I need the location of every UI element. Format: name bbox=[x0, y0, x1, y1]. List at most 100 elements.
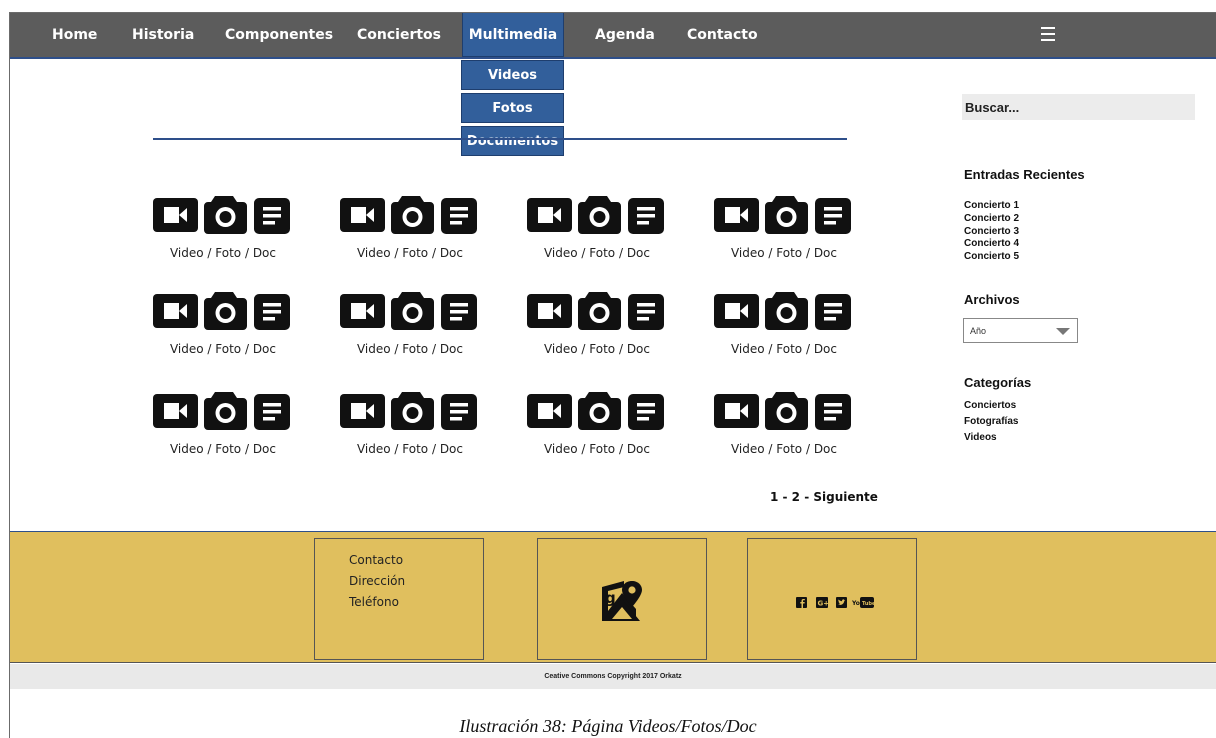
categories-title: Categorías bbox=[964, 375, 1032, 390]
gallery-item[interactable]: Video / Foto / Doc bbox=[153, 196, 293, 266]
video-camera-icon[interactable] bbox=[714, 294, 759, 328]
document-icon[interactable] bbox=[628, 294, 664, 330]
video-camera-icon[interactable] bbox=[714, 394, 759, 428]
document-icon[interactable] bbox=[815, 198, 851, 234]
gallery-item-label: Video / Foto / Doc bbox=[730, 246, 837, 260]
camera-icon[interactable] bbox=[391, 292, 434, 330]
gallery-item[interactable]: Video / Foto / Doc bbox=[153, 392, 293, 462]
recent-post-link[interactable]: Concierto 1 bbox=[964, 200, 1019, 213]
gallery-item-label: Video / Foto / Doc bbox=[543, 342, 650, 356]
pagination[interactable]: 1 - 2 - Siguiente bbox=[770, 490, 878, 504]
dropdown-item-videos[interactable]: Videos bbox=[461, 60, 564, 90]
video-camera-icon[interactable] bbox=[153, 394, 198, 428]
camera-icon[interactable] bbox=[391, 392, 434, 430]
media-icons-group bbox=[340, 196, 477, 234]
document-icon[interactable] bbox=[815, 294, 851, 330]
gallery-item[interactable]: Video / Foto / Doc bbox=[714, 292, 854, 362]
gallery-item-label: Video / Foto / Doc bbox=[543, 246, 650, 260]
archives-title: Archivos bbox=[964, 292, 1020, 307]
camera-icon[interactable] bbox=[204, 196, 247, 234]
document-icon[interactable] bbox=[628, 198, 664, 234]
video-camera-icon[interactable] bbox=[527, 294, 572, 328]
camera-icon[interactable] bbox=[204, 392, 247, 430]
youtube-icon[interactable]: You Tube bbox=[852, 597, 874, 608]
media-icons-group bbox=[527, 292, 664, 330]
google-plus-icon[interactable]: G+ bbox=[816, 597, 828, 608]
nav-item-multimedia[interactable]: Multimedia bbox=[462, 13, 564, 57]
document-icon[interactable] bbox=[441, 394, 477, 430]
camera-icon[interactable] bbox=[391, 196, 434, 234]
nav-item-conciertos[interactable]: Conciertos bbox=[357, 13, 441, 57]
document-icon[interactable] bbox=[254, 198, 290, 234]
recent-post-link[interactable]: Concierto 3 bbox=[964, 226, 1019, 239]
media-icons-group bbox=[714, 392, 851, 430]
search-input[interactable]: Buscar... bbox=[962, 94, 1195, 120]
category-link[interactable]: Videos bbox=[964, 430, 1018, 446]
media-icons-group bbox=[153, 392, 290, 430]
category-link[interactable]: Fotografías bbox=[964, 414, 1018, 430]
document-icon[interactable] bbox=[441, 294, 477, 330]
media-icons-group bbox=[527, 196, 664, 234]
gallery-item[interactable]: Video / Foto / Doc bbox=[527, 392, 667, 462]
google-maps-icon[interactable]: g bbox=[600, 579, 644, 623]
camera-icon[interactable] bbox=[578, 292, 621, 330]
twitter-icon[interactable] bbox=[836, 597, 847, 608]
gallery-item[interactable]: Video / Foto / Doc bbox=[527, 292, 667, 362]
video-camera-icon[interactable] bbox=[714, 198, 759, 232]
camera-icon[interactable] bbox=[204, 292, 247, 330]
camera-icon[interactable] bbox=[765, 292, 808, 330]
gallery-item[interactable]: Video / Foto / Doc bbox=[714, 392, 854, 462]
document-icon[interactable] bbox=[254, 294, 290, 330]
media-icons-group bbox=[714, 196, 851, 234]
footer-map-box: g bbox=[537, 538, 707, 660]
video-camera-icon[interactable] bbox=[340, 294, 385, 328]
gallery-item-label: Video / Foto / Doc bbox=[169, 442, 276, 456]
video-camera-icon[interactable] bbox=[527, 198, 572, 232]
document-icon[interactable] bbox=[254, 394, 290, 430]
nav-item-historia[interactable]: Historia bbox=[132, 13, 194, 57]
document-icon[interactable] bbox=[628, 394, 664, 430]
recent-post-link[interactable]: Concierto 5 bbox=[964, 251, 1019, 264]
gallery-item[interactable]: Video / Foto / Doc bbox=[527, 196, 667, 266]
recent-post-link[interactable]: Concierto 4 bbox=[964, 238, 1019, 251]
camera-icon[interactable] bbox=[765, 392, 808, 430]
figure-caption: Ilustración 38: Página Videos/Fotos/Doc bbox=[459, 716, 757, 736]
nav-item-home[interactable]: Home bbox=[52, 13, 97, 57]
dropdown-item-fotos[interactable]: Fotos bbox=[461, 93, 564, 123]
document-icon[interactable] bbox=[441, 198, 477, 234]
main-nav: Home Historia Componentes Conciertos Mul… bbox=[10, 13, 1216, 59]
video-camera-icon[interactable] bbox=[153, 198, 198, 232]
nav-item-contacto[interactable]: Contacto bbox=[687, 13, 758, 57]
nav-item-componentes[interactable]: Componentes bbox=[225, 13, 333, 57]
video-camera-icon[interactable] bbox=[527, 394, 572, 428]
video-camera-icon[interactable] bbox=[340, 394, 385, 428]
document-icon[interactable] bbox=[815, 394, 851, 430]
category-link[interactable]: Conciertos bbox=[964, 398, 1018, 414]
chevron-down-icon bbox=[1056, 328, 1070, 335]
footer-contact-link[interactable]: Contacto bbox=[349, 553, 403, 567]
facebook-icon[interactable] bbox=[796, 597, 807, 608]
camera-icon[interactable] bbox=[765, 196, 808, 234]
recent-post-link[interactable]: Concierto 2 bbox=[964, 213, 1019, 226]
camera-icon[interactable] bbox=[578, 392, 621, 430]
gallery-item[interactable]: Video / Foto / Doc bbox=[340, 292, 480, 362]
svg-text:g: g bbox=[605, 589, 616, 607]
gallery-item[interactable]: Video / Foto / Doc bbox=[153, 292, 293, 362]
nav-item-agenda[interactable]: Agenda bbox=[595, 13, 655, 57]
categories-list: Conciertos Fotografías Videos bbox=[964, 398, 1018, 446]
svg-text:G+: G+ bbox=[818, 600, 829, 608]
gallery-item[interactable]: Video / Foto / Doc bbox=[714, 196, 854, 266]
dropdown-item-documentos[interactable]: Documentos bbox=[461, 126, 564, 156]
gallery-item-label: Video / Foto / Doc bbox=[730, 342, 837, 356]
copyright-text: Ceative Commons Copyright 2017 Orkatz bbox=[544, 673, 682, 680]
gallery-item[interactable]: Video / Foto / Doc bbox=[340, 392, 480, 462]
video-camera-icon[interactable] bbox=[153, 294, 198, 328]
archives-year-select[interactable]: Año bbox=[963, 318, 1078, 343]
gallery-item-label: Video / Foto / Doc bbox=[356, 442, 463, 456]
gallery-item-label: Video / Foto / Doc bbox=[730, 442, 837, 456]
gallery-item[interactable]: Video / Foto / Doc bbox=[340, 196, 480, 266]
video-camera-icon[interactable] bbox=[340, 198, 385, 232]
camera-icon[interactable] bbox=[578, 196, 621, 234]
hamburger-menu-icon[interactable] bbox=[1041, 27, 1055, 45]
multimedia-dropdown: Videos Fotos Documentos bbox=[461, 60, 564, 159]
